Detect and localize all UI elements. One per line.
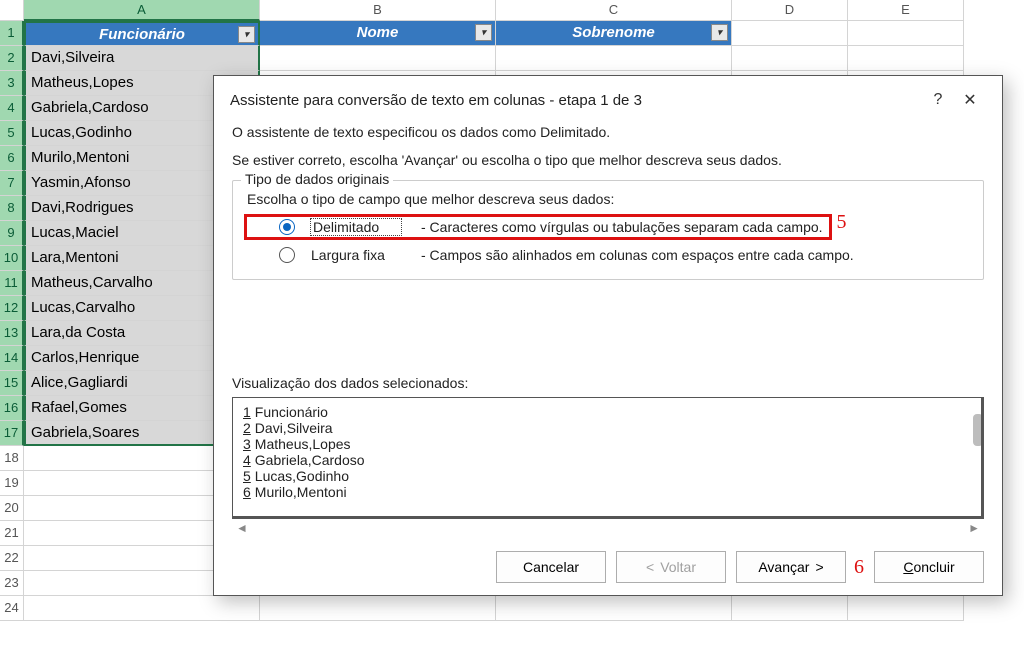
select-all-corner[interactable] [0, 0, 24, 21]
row-header[interactable]: 24 [0, 596, 24, 621]
column-header-D[interactable]: D [732, 0, 848, 21]
back-lt: < [646, 559, 654, 575]
original-data-type-group: Tipo de dados originais Escolha o tipo d… [232, 180, 984, 280]
back-label: Voltar [660, 559, 696, 575]
filter-dropdown-icon[interactable]: ▾ [238, 26, 255, 43]
cell[interactable] [848, 596, 964, 621]
option-fixed-width-desc: - Campos são alinhados em colunas com es… [421, 247, 854, 263]
row-header[interactable]: 13 [0, 321, 24, 346]
cell[interactable] [24, 596, 260, 621]
column-header-E[interactable]: E [848, 0, 964, 21]
option-delimited-row[interactable]: Delimitado - Caracteres como vírgulas ou… [247, 217, 829, 237]
next-gt: > [815, 559, 823, 575]
intro-text-2: Se estiver correto, escolha 'Avançar' ou… [232, 152, 984, 168]
finish-button[interactable]: Concluir [874, 551, 984, 583]
cell[interactable] [732, 596, 848, 621]
row-header[interactable]: 8 [0, 196, 24, 221]
row-header[interactable]: 19 [0, 471, 24, 496]
cell[interactable] [732, 46, 848, 71]
table-header-funcionario: Funcionário ▾ [24, 21, 260, 46]
cell[interactable] [732, 21, 848, 46]
row-header[interactable]: 15 [0, 371, 24, 396]
preview-row: 6Murilo,Mentoni [243, 484, 971, 500]
row-header[interactable]: 5 [0, 121, 24, 146]
column-header-A[interactable]: A [24, 0, 260, 21]
cell-funcionario[interactable]: Davi,Silveira [24, 46, 260, 71]
cancel-button[interactable]: Cancelar [496, 551, 606, 583]
vertical-scrollbar-thumb[interactable] [973, 414, 983, 446]
dialog-button-row: Cancelar < Voltar Avançar > 6 Concluir [214, 537, 1002, 583]
radio-delimited[interactable] [279, 219, 295, 235]
row-header[interactable]: 1 [0, 21, 24, 46]
group-legend: Tipo de dados originais [241, 171, 393, 187]
table-header-nome: Nome ▾ [260, 21, 496, 46]
cell[interactable] [496, 46, 732, 71]
row-header[interactable]: 10 [0, 246, 24, 271]
scroll-right-icon[interactable]: ► [968, 521, 980, 535]
intro-text-1: O assistente de texto especificou os dad… [232, 124, 984, 140]
column-header-B[interactable]: B [260, 0, 496, 21]
data-preview-box[interactable]: 1Funcionário2Davi,Silveira3Matheus,Lopes… [232, 397, 984, 519]
radio-fixed-width[interactable] [279, 247, 295, 263]
option-fixed-width-row[interactable]: Largura fixa - Campos são alinhados em c… [247, 247, 969, 263]
close-button[interactable]: ✕ [954, 90, 986, 110]
row-header[interactable]: 12 [0, 296, 24, 321]
column-header-C[interactable]: C [496, 0, 732, 21]
row-header[interactable]: 14 [0, 346, 24, 371]
finish-label: oncluir [913, 559, 954, 575]
row-header[interactable]: 16 [0, 396, 24, 421]
dialog-titlebar: Assistente para conversão de texto em co… [214, 76, 1002, 122]
option-fixed-width-label: Largura fixa [311, 247, 401, 263]
annotation-5: 5 [837, 211, 847, 234]
row-header[interactable]: 18 [0, 446, 24, 471]
scroll-left-icon[interactable]: ◄ [236, 521, 248, 535]
dialog-title: Assistente para conversão de texto em co… [230, 92, 922, 109]
filter-dropdown-icon[interactable]: ▾ [711, 24, 728, 41]
cell[interactable] [848, 21, 964, 46]
header-label: Funcionário [99, 26, 185, 43]
text-to-columns-wizard-dialog: Assistente para conversão de texto em co… [213, 75, 1003, 596]
row-header[interactable]: 3 [0, 71, 24, 96]
cell[interactable] [260, 596, 496, 621]
option-delimited-label: Delimitado [311, 219, 401, 235]
row-header[interactable]: 23 [0, 571, 24, 596]
preview-label: Visualização dos dados selecionados: [232, 375, 984, 391]
cell[interactable] [260, 46, 496, 71]
preview-row: 5Lucas,Godinho [243, 468, 971, 484]
horizontal-scrollbar[interactable]: ◄ ► [232, 519, 984, 537]
row-header[interactable]: 17 [0, 421, 24, 446]
row-header[interactable]: 2 [0, 46, 24, 71]
preview-row: 4Gabriela,Cardoso [243, 452, 971, 468]
header-label: Sobrenome [572, 24, 655, 41]
preview-row: 1Funcionário [243, 404, 971, 420]
next-button[interactable]: Avançar > [736, 551, 846, 583]
row-header[interactable]: 21 [0, 521, 24, 546]
cell[interactable] [848, 46, 964, 71]
cell[interactable] [496, 596, 732, 621]
row-header[interactable]: 9 [0, 221, 24, 246]
header-label: Nome [357, 24, 399, 41]
filter-dropdown-icon[interactable]: ▾ [475, 24, 492, 41]
annotation-6: 6 [854, 556, 864, 579]
row-header[interactable]: 4 [0, 96, 24, 121]
row-header[interactable]: 6 [0, 146, 24, 171]
column-headers-row: A B C D E [0, 0, 1024, 21]
option-delimited-desc: - Caracteres como vírgulas ou tabulações… [421, 219, 823, 235]
preview-row: 2Davi,Silveira [243, 420, 971, 436]
finish-mnemonic: C [903, 559, 913, 575]
row-header[interactable]: 11 [0, 271, 24, 296]
back-button[interactable]: < Voltar [616, 551, 726, 583]
row-header[interactable]: 20 [0, 496, 24, 521]
row-header[interactable]: 22 [0, 546, 24, 571]
choose-label: Escolha o tipo de campo que melhor descr… [247, 191, 969, 207]
table-header-sobrenome: Sobrenome ▾ [496, 21, 732, 46]
row-header[interactable]: 7 [0, 171, 24, 196]
preview-row: 3Matheus,Lopes [243, 436, 971, 452]
help-button[interactable]: ? [922, 91, 954, 109]
next-label: Avançar [758, 559, 809, 575]
